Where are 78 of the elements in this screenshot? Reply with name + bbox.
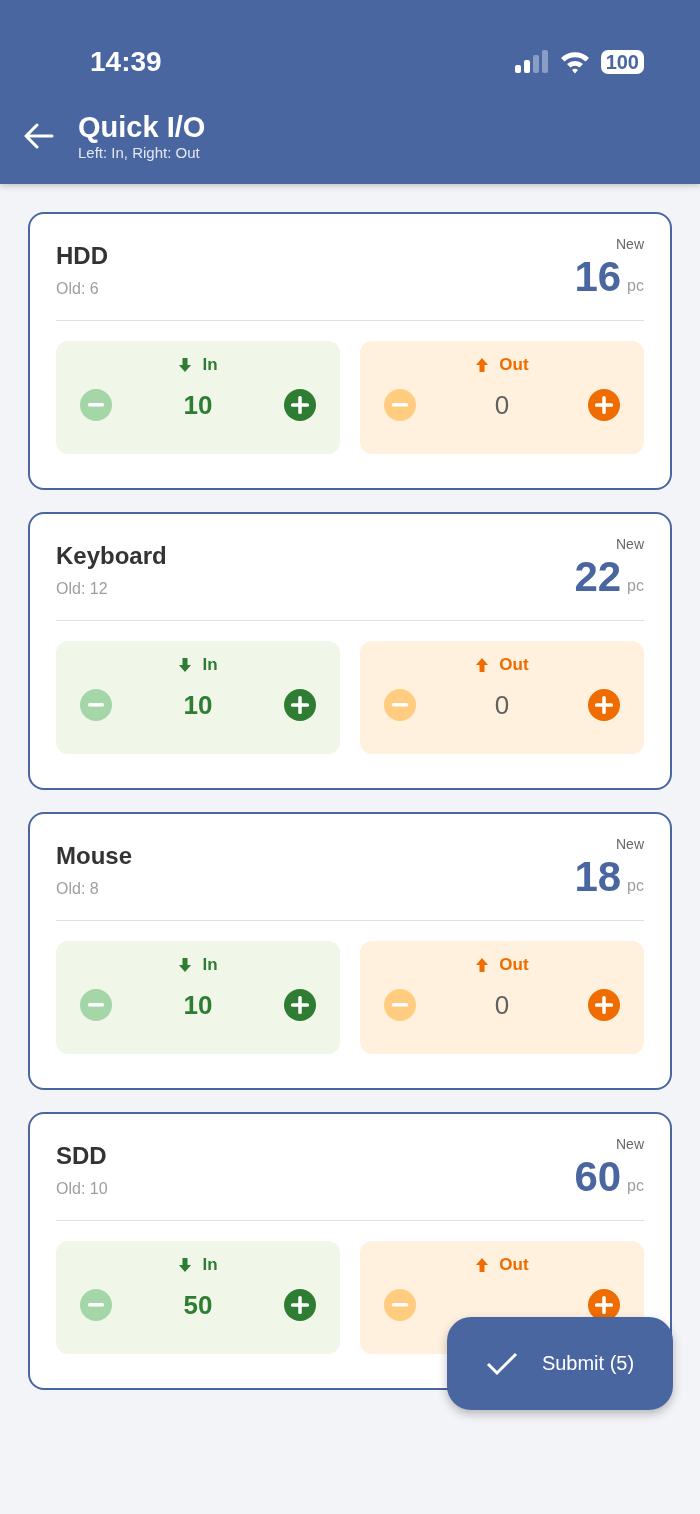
new-label: New: [616, 236, 644, 252]
direction-label: In: [202, 355, 218, 375]
old-quantity: Old: 8: [56, 880, 100, 898]
minus-icon: [392, 403, 408, 407]
minus-icon: [88, 1003, 104, 1007]
arrow-up-icon: [475, 356, 490, 374]
increment-button[interactable]: [284, 989, 316, 1021]
minus-icon: [392, 1003, 408, 1007]
direction-label: In: [202, 1255, 218, 1275]
unit-label: pc: [627, 877, 644, 895]
signal-icon: [514, 50, 549, 74]
minus-icon: [88, 1303, 104, 1307]
new-quantity: 60: [574, 1154, 622, 1200]
direction-label: Out: [499, 955, 529, 975]
plus-icon: [291, 396, 309, 414]
item-name: HDD: [56, 242, 108, 270]
check-icon: [485, 1351, 518, 1376]
plus-icon: [291, 696, 309, 714]
new-label: New: [616, 536, 644, 552]
decrement-button[interactable]: [80, 1289, 112, 1321]
arrow-up-icon: [475, 1256, 490, 1274]
new-quantity: 22: [574, 554, 622, 600]
increment-button[interactable]: [284, 689, 316, 721]
decrement-button[interactable]: [80, 689, 112, 721]
quantity-value: 0: [493, 989, 511, 1021]
unit-label: pc: [627, 577, 644, 595]
new-quantity: 18: [574, 854, 622, 900]
minus-icon: [392, 1303, 408, 1307]
arrow-down-icon: [178, 1256, 193, 1274]
quantity-value: 0: [493, 689, 511, 721]
decrement-button[interactable]: [80, 989, 112, 1021]
direction-label: Out: [499, 655, 529, 675]
unit-label: pc: [627, 1177, 644, 1195]
quantity-value: 10: [182, 689, 214, 721]
arrow-down-icon: [178, 956, 193, 974]
quantity-value: 0: [493, 389, 511, 421]
quantity-value: 10: [182, 989, 214, 1021]
increment-button[interactable]: [284, 1289, 316, 1321]
arrow-down-icon: [178, 656, 193, 674]
quantity-value: 10: [182, 389, 214, 421]
screen-title: Quick I/O: [78, 110, 206, 144]
arrow-up-icon: [475, 656, 490, 674]
battery-indicator: 100: [600, 50, 644, 74]
item-name: Mouse: [56, 842, 132, 870]
plus-icon: [291, 1296, 309, 1314]
old-quantity: Old: 6: [56, 280, 100, 298]
plus-icon: [291, 996, 309, 1014]
new-label: New: [616, 836, 644, 852]
unit-label: pc: [627, 277, 644, 295]
plus-icon: [595, 996, 613, 1014]
direction-label: Out: [499, 1255, 529, 1275]
plus-icon: [595, 696, 613, 714]
submit-button[interactable]: Submit (5): [447, 1317, 673, 1410]
back-arrow-icon[interactable]: [24, 122, 54, 149]
old-quantity: Old: 10: [56, 1180, 108, 1198]
arrow-up-icon: [475, 956, 490, 974]
increment-button[interactable]: [588, 689, 620, 721]
arrow-down-icon: [178, 356, 193, 374]
new-quantity: 16: [574, 254, 622, 300]
minus-icon: [88, 403, 104, 407]
minus-icon: [392, 703, 408, 707]
screen-subtitle: Left: In, Right: Out: [78, 144, 201, 161]
quantity-value: 50: [182, 1289, 214, 1321]
plus-icon: [595, 1296, 613, 1314]
direction-label: Out: [499, 355, 529, 375]
direction-label: In: [202, 655, 218, 675]
old-quantity: Old: 12: [56, 580, 109, 598]
increment-button[interactable]: [284, 389, 316, 421]
decrement-button[interactable]: [80, 389, 112, 421]
new-label: New: [616, 1136, 644, 1152]
direction-label: In: [202, 955, 218, 975]
status-time: 14:39: [90, 46, 162, 78]
item-name: SDD: [56, 1142, 108, 1170]
increment-button[interactable]: [588, 389, 620, 421]
increment-button[interactable]: [588, 989, 620, 1021]
minus-icon: [88, 703, 104, 707]
plus-icon: [595, 396, 613, 414]
item-name: Keyboard: [56, 542, 167, 570]
